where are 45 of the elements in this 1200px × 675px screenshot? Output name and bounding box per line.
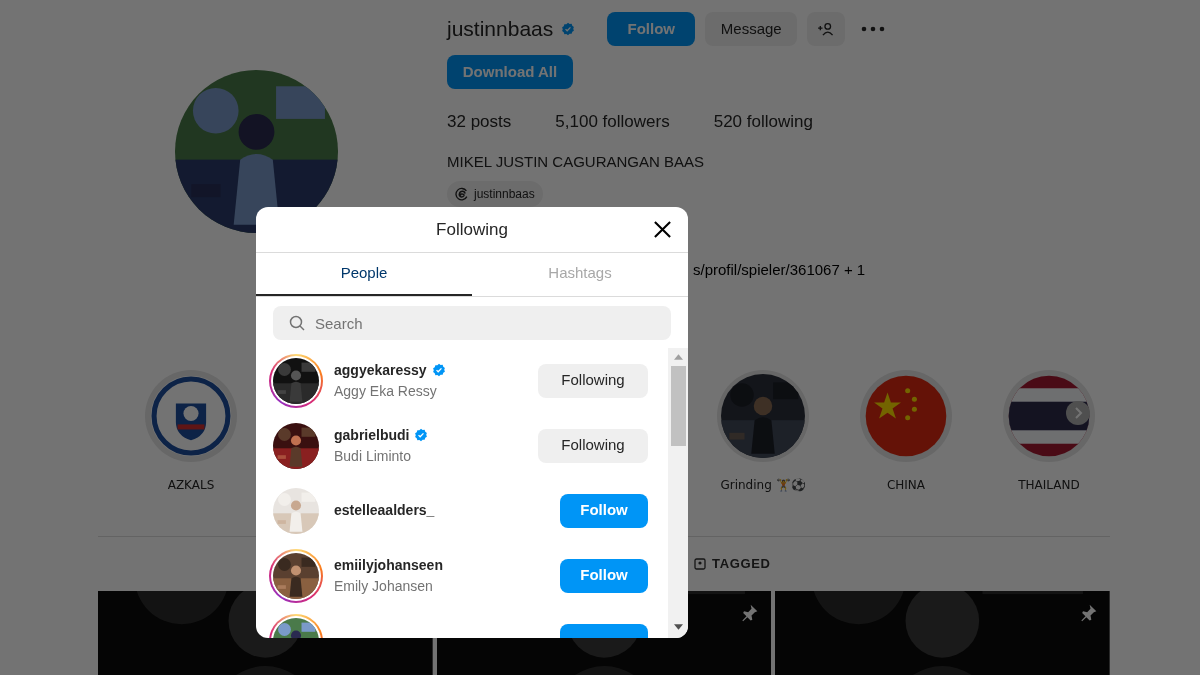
- message-button[interactable]: Message: [705, 12, 798, 46]
- more-icon[interactable]: [861, 26, 886, 32]
- user-full-name: Aggy Eka Ressy: [334, 381, 438, 401]
- download-all-button[interactable]: Download All: [447, 55, 573, 89]
- following-button[interactable]: Following: [538, 428, 648, 463]
- close-icon[interactable]: [653, 220, 672, 239]
- scrollbar[interactable]: [668, 348, 688, 638]
- follow-button[interactable]: Follow: [560, 558, 648, 593]
- highlight-label: CHINA: [886, 476, 926, 494]
- flag-icon: [864, 373, 948, 458]
- threads-chip[interactable]: justinnbaas: [447, 181, 543, 207]
- external-link[interactable]: s/profil/spieler/361067 + 1: [693, 259, 886, 282]
- user-handle[interactable]: aggyekaressy: [334, 359, 427, 381]
- search-icon: [289, 315, 305, 331]
- user-handle[interactable]: gabrielbudi: [334, 424, 410, 446]
- highlight-label: Grinding 🏋⚽: [720, 476, 806, 494]
- add-person-icon: [817, 22, 836, 36]
- dialog-title: Following: [436, 218, 508, 241]
- user-handle[interactable]: estelleaalders_: [334, 500, 435, 521]
- crest-icon: [149, 373, 233, 458]
- full-name: MIKEL JUSTIN CAGURANGAN BAAS: [447, 151, 705, 172]
- search-field[interactable]: Search: [273, 306, 671, 340]
- follow-button[interactable]: Follow: [607, 12, 696, 46]
- profile-stat[interactable]: 520 following: [713, 109, 813, 135]
- scroll-down-icon[interactable]: [673, 624, 683, 630]
- tagged-icon: [694, 557, 706, 570]
- profile-tab[interactable]: TAGGED: [694, 536, 771, 591]
- flag-icon: [1007, 373, 1091, 458]
- story-ring[interactable]: [269, 353, 323, 408]
- threads-icon: [455, 187, 469, 201]
- user-full-name: Emily Johansen: [334, 576, 434, 596]
- scroll-thumb[interactable]: [670, 366, 686, 446]
- following-button[interactable]: Following: [538, 363, 648, 398]
- profile-stat[interactable]: 32 posts: [447, 109, 512, 135]
- dialog-tab[interactable]: Hashtags: [472, 253, 688, 296]
- dialog-tab[interactable]: People: [256, 253, 472, 296]
- profile-username: justinnbaas: [447, 16, 554, 43]
- scroll-up-icon[interactable]: [673, 354, 683, 360]
- profile-stat[interactable]: 5,100 followers: [555, 109, 670, 135]
- highlight-label: AZKALS: [167, 476, 215, 494]
- suggest-button[interactable]: [807, 12, 846, 46]
- user-full-name: Budi Liminto: [334, 446, 413, 466]
- follow-button[interactable]: Follow: [560, 493, 648, 528]
- user-handle[interactable]: emiilyjohanseen: [334, 554, 443, 576]
- highlight-label: THAILAND: [1018, 476, 1080, 494]
